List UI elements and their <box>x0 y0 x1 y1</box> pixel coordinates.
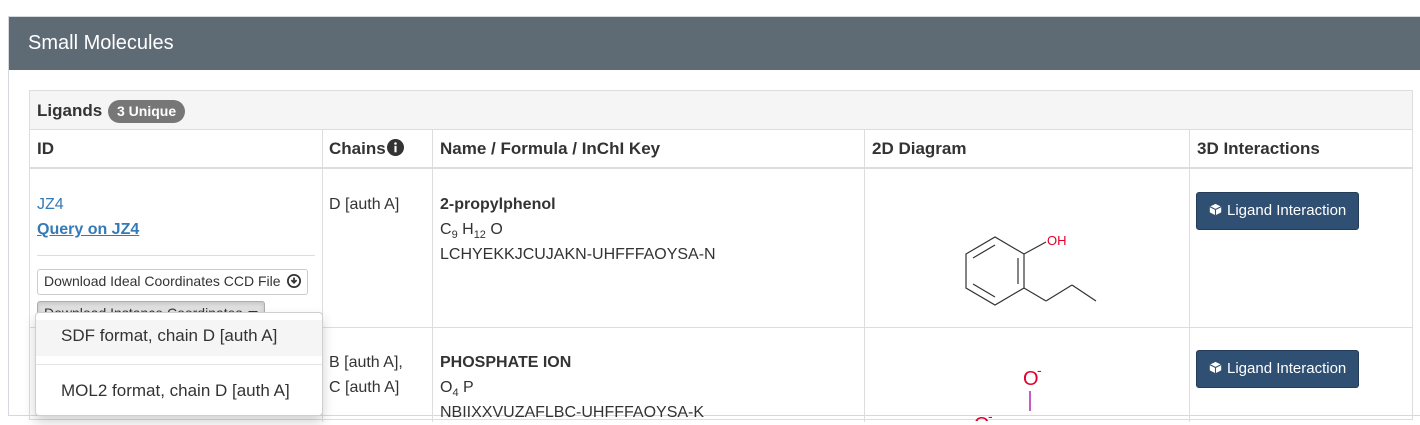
id-cell-divider <box>37 255 315 256</box>
svg-text:-: - <box>1037 362 1042 378</box>
chains-value: C [auth A] <box>329 379 400 396</box>
header-diagram: 2D Diagram <box>872 139 967 158</box>
inchi-key: LCHYEKKJCUJAKN-UHFFFAOYSA-N <box>440 246 716 263</box>
ligand-interaction-button[interactable]: Ligand Interaction <box>1196 192 1360 230</box>
ligand-2d-diagram: O - O - <box>974 362 1042 421</box>
column-divider <box>432 130 433 422</box>
dropdown-item-sdf[interactable]: SDF format, chain D [auth A] <box>36 320 322 356</box>
dropdown-item-mol2[interactable]: MOL2 format, chain D [auth A] <box>36 375 322 411</box>
chains-value: D [auth A] <box>329 196 400 213</box>
table-header-row: ID Chains Name / Formula / InChI Key 2D … <box>30 130 1412 169</box>
cube-icon <box>1209 361 1222 374</box>
svg-text:OH: OH <box>1047 233 1067 248</box>
cube-icon <box>1209 203 1222 216</box>
download-format-dropdown: SDF format, chain D [auth A] MOL2 format… <box>35 312 323 416</box>
ligand-interaction-button[interactable]: Ligand Interaction <box>1196 350 1360 388</box>
query-link[interactable]: Query on JZ4 <box>37 217 139 242</box>
header-interactions: 3D Interactions <box>1197 139 1320 158</box>
download-ideal-button[interactable]: Download Ideal Coordinates CCD File <box>37 269 309 295</box>
ligand-name: PHOSPHATE ION <box>440 354 572 371</box>
ligand-id-link[interactable]: JZ4 <box>37 192 64 217</box>
dropdown-divider <box>36 364 322 365</box>
panel-title: Small Molecules <box>9 17 1420 70</box>
header-id: ID <box>37 139 54 158</box>
ligands-caption-title: Ligands <box>37 101 103 120</box>
ligands-caption: Ligands 3 Unique <box>30 91 1412 130</box>
ligand-name: 2-propylphenol <box>440 196 556 213</box>
svg-text:-: - <box>988 408 993 421</box>
inchi-key: NBIIXXVUZAFLBC-UHFFFAOYSA-K <box>440 404 705 421</box>
chains-value: B [auth A], <box>329 354 403 371</box>
column-divider <box>1189 130 1190 422</box>
column-divider <box>864 130 865 422</box>
info-circle-icon[interactable] <box>386 139 404 156</box>
header-name: Name / Formula / InChI Key <box>440 139 661 158</box>
download-circle-icon <box>287 274 302 288</box>
ligand-2d-diagram: OH <box>965 233 1097 306</box>
unique-count-badge: 3 Unique <box>108 100 186 123</box>
header-chains: Chains <box>329 139 404 159</box>
